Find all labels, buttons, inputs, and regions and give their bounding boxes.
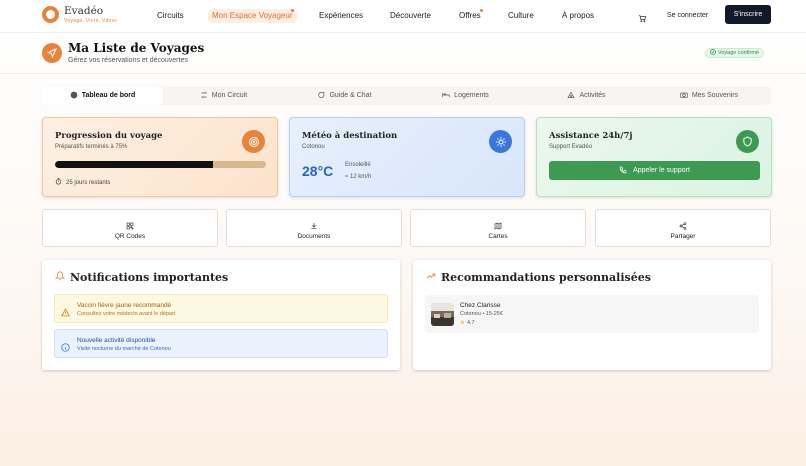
- tab-label: Guide & Chat: [329, 92, 372, 99]
- brand-tagline: Voyage. Vivre. Vibrer.: [64, 18, 119, 24]
- recommendation-name: Chez Clarisse: [460, 302, 501, 309]
- cart-icon[interactable]: [638, 10, 647, 28]
- notification-title: Vaccin fièvre jaune recommandé: [77, 302, 172, 309]
- call-support-label: Appeler le support: [633, 167, 690, 174]
- target-icon: [242, 130, 265, 153]
- warning-icon: [61, 304, 70, 322]
- notification-desc: Consultez votre médecin avant le départ: [77, 311, 176, 317]
- documents-button[interactable]: Documents: [226, 209, 402, 247]
- status-badge-label: Voyage confirmé: [718, 50, 759, 56]
- weather-wind-label: 12 km/h: [349, 174, 372, 180]
- share-label: Partager: [670, 233, 696, 240]
- tab-label: Activités: [579, 92, 606, 99]
- recommendations-panel: Recommandations personnalisées Chez Clar…: [413, 260, 771, 370]
- weather-card-title: Météo à destination: [302, 131, 398, 141]
- tab-label: Mes Souvenirs: [691, 92, 739, 99]
- notifications-panel: Notifications importantes Vaccin fièvre …: [42, 260, 400, 370]
- support-card-title: Assistance 24h/7j: [549, 131, 633, 141]
- rating-value: 4.7: [466, 320, 475, 326]
- status-badge: Voyage confirmé: [705, 48, 764, 58]
- notifications-title-label: Notifications importantes: [70, 271, 229, 284]
- notification-title: Nouvelle activité disponible: [77, 337, 156, 344]
- progress-fill: [55, 161, 214, 168]
- star-icon: ★: [460, 320, 465, 326]
- tab-mon-circuit[interactable]: Mon Circuit: [163, 86, 284, 105]
- days-remaining: 25 jours restants: [55, 178, 110, 187]
- tab-guide-chat[interactable]: Guide & Chat: [284, 86, 405, 105]
- route-icon: [200, 91, 208, 101]
- weather-location: Cotonou: [302, 144, 325, 150]
- qr-codes-label: QR Codes: [114, 233, 146, 240]
- qr-codes-button[interactable]: QR Codes: [42, 209, 218, 247]
- nav-a-propos[interactable]: À propos: [562, 9, 594, 23]
- globe-icon: [70, 91, 78, 101]
- phone-icon: [619, 166, 627, 176]
- tab-bar: Tableau de bord Mon Circuit Guide & Chat…: [42, 86, 771, 105]
- call-support-button[interactable]: Appeler le support: [549, 161, 760, 180]
- tab-label: Tableau de bord: [81, 92, 136, 99]
- login-link[interactable]: Se connecter: [667, 9, 708, 23]
- tab-label: Mon Circuit: [211, 92, 248, 99]
- tent-icon: [567, 91, 576, 101]
- notification-dot: [480, 9, 483, 12]
- check-circle-icon: [710, 49, 716, 57]
- days-remaining-label: 25 jours restants: [66, 179, 111, 186]
- nav-experiences[interactable]: Expériences: [319, 9, 363, 23]
- notification-dot: [291, 9, 294, 12]
- progress-card-title: Progression du voyage: [55, 131, 163, 141]
- section-divider: [0, 73, 806, 74]
- recommendations-title: Recommandations personnalisées: [426, 271, 651, 284]
- page-subtitle: Gérez vos réservations et découvertes: [68, 57, 188, 64]
- tab-tableau-de-bord[interactable]: Tableau de bord: [42, 86, 163, 105]
- logo-icon[interactable]: [42, 6, 59, 23]
- restaurant-thumbnail: [431, 303, 454, 326]
- camera-icon: [680, 91, 688, 101]
- progress-bar: [55, 161, 266, 168]
- weather-condition: Ensoleillé: [345, 162, 371, 168]
- recommendation-item[interactable]: Chez Clarisse Cotonou • 15-25€ ★ 4.7: [425, 295, 759, 333]
- navigation-icon: [42, 43, 62, 63]
- progress-card: Progression du voyage Préparatifs termin…: [42, 117, 278, 197]
- notification-desc: Visite nocturne du marché de Cotonou: [77, 346, 171, 352]
- tab-logements[interactable]: Logements: [405, 86, 526, 105]
- trending-up-icon: [426, 271, 436, 284]
- sun-icon: [489, 130, 512, 153]
- nav-offres[interactable]: Offres: [459, 9, 481, 23]
- weather-temperature: 28°C: [302, 163, 334, 179]
- progress-card-subtitle: Préparatifs terminés à 75%: [55, 144, 128, 150]
- recommendations-title-label: Recommandations personnalisées: [441, 271, 651, 284]
- notifications-title: Notifications importantes: [54, 271, 229, 284]
- nav-culture[interactable]: Culture: [508, 9, 534, 23]
- tab-mes-souvenirs[interactable]: Mes Souvenirs: [647, 86, 771, 105]
- brand-name[interactable]: Evadéo: [64, 5, 103, 17]
- signup-button[interactable]: S'inscrire: [725, 5, 771, 24]
- notification-item[interactable]: Vaccin fièvre jaune recommandé Consultez…: [54, 294, 388, 323]
- top-navbar: Evadéo Voyage. Vivre. Vibrer. Circuits M…: [0, 0, 806, 33]
- chat-icon: [317, 91, 325, 101]
- share-button[interactable]: Partager: [595, 209, 771, 247]
- nav-decouverte[interactable]: Découverte: [390, 9, 431, 23]
- timer-icon: [55, 178, 62, 187]
- wind-icon: ≈: [345, 174, 349, 180]
- tab-label: Logements: [454, 92, 489, 99]
- info-icon: [61, 339, 70, 357]
- nav-mon-espace-voyageur[interactable]: Mon Espace Voyageur: [208, 9, 297, 23]
- support-card: Assistance 24h/7j Support Evadéo Appeler…: [536, 117, 772, 197]
- support-card-subtitle: Support Evadéo: [549, 144, 593, 150]
- recommendation-rating: ★ 4.7: [460, 320, 475, 326]
- documents-label: Documents: [297, 233, 331, 240]
- weather-wind: ≈ 12 km/h: [345, 174, 371, 180]
- shield-icon: [736, 130, 759, 153]
- recommendation-meta: Cotonou • 15-25€: [460, 311, 503, 317]
- tab-activites[interactable]: Activités: [526, 86, 647, 105]
- page-title: Ma Liste de Voyages: [68, 41, 205, 55]
- maps-button[interactable]: Cartes: [410, 209, 586, 247]
- bell-icon: [54, 271, 66, 284]
- maps-label: Cartes: [488, 233, 508, 240]
- nav-circuits[interactable]: Circuits: [157, 9, 184, 23]
- notification-item[interactable]: Nouvelle activité disponible Visite noct…: [54, 329, 388, 358]
- bed-icon: [442, 91, 450, 101]
- weather-card: Météo à destination Cotonou 28°C Ensolei…: [289, 117, 525, 197]
